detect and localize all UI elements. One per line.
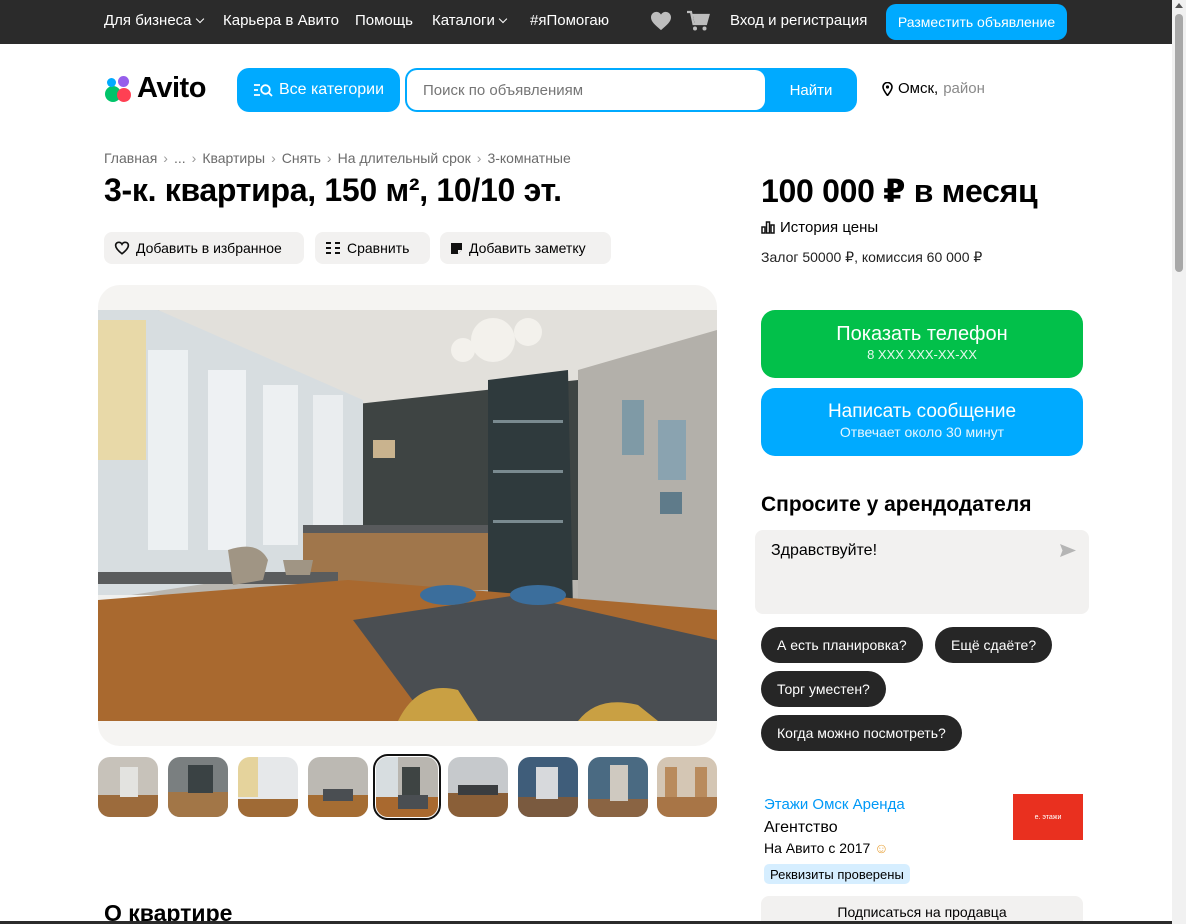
send-icon[interactable] bbox=[1059, 543, 1077, 558]
listing-main-photo[interactable] bbox=[98, 310, 717, 721]
help-link[interactable]: Помощь bbox=[355, 12, 413, 29]
post-ad-button[interactable]: Разместить объявление bbox=[886, 4, 1067, 40]
quick-question-chip[interactable]: Торг уместен? bbox=[761, 671, 886, 707]
scrollbar[interactable] bbox=[1172, 0, 1186, 924]
price-history-label: История цены bbox=[780, 219, 879, 236]
photo-gallery[interactable] bbox=[98, 285, 717, 746]
gallery-thumbnail[interactable] bbox=[98, 757, 158, 817]
categories-search-icon bbox=[253, 84, 273, 97]
thumbnail-image bbox=[588, 757, 648, 817]
seller-since: На Авито с 2017 ☺ bbox=[764, 840, 889, 856]
logo-text: Avito bbox=[137, 72, 206, 104]
career-link[interactable]: Карьера в Авито bbox=[223, 12, 339, 29]
gallery-thumbnail[interactable] bbox=[588, 757, 648, 817]
cart-icon[interactable] bbox=[686, 10, 710, 32]
quick-question-chip[interactable]: Когда можно посмотреть? bbox=[761, 715, 962, 751]
compare-label: Сравнить bbox=[347, 240, 410, 256]
heart-outline-icon bbox=[114, 241, 130, 255]
gallery-thumbnail[interactable] bbox=[448, 757, 508, 817]
all-categories-label: Все категории bbox=[278, 81, 385, 98]
seller-logo[interactable]: e. этажи bbox=[1013, 794, 1083, 840]
note-icon bbox=[451, 242, 462, 254]
thumbnail-image bbox=[657, 757, 717, 817]
breadcrumb-separator: › bbox=[191, 150, 197, 166]
scroll-thumb[interactable] bbox=[1175, 14, 1183, 272]
breadcrumb-separator: › bbox=[326, 150, 332, 166]
catalogs-menu[interactable]: Каталоги bbox=[432, 12, 508, 29]
breadcrumb-separator: › bbox=[476, 150, 482, 166]
price-history-link[interactable]: История цены bbox=[761, 219, 878, 236]
location-selector[interactable]: Омск, район bbox=[882, 80, 985, 97]
show-phone-label: Показать телефон bbox=[836, 323, 1008, 345]
gallery-thumbnail-active[interactable] bbox=[373, 754, 441, 820]
thumbnail-image bbox=[98, 757, 158, 817]
quick-question-chip[interactable]: А есть планировка? bbox=[761, 627, 923, 663]
thumbnail-image bbox=[518, 757, 578, 817]
subscribe-seller-button[interactable]: Подписаться на продавца bbox=[761, 896, 1083, 924]
masked-phone: 8 XXX XXX-XX-XX bbox=[867, 347, 977, 362]
write-message-button[interactable]: Написать сообщение Отвечает около 30 мин… bbox=[761, 388, 1083, 456]
seller-type: Агентство bbox=[764, 819, 838, 836]
breadcrumb-separator: › bbox=[271, 150, 276, 166]
message-input[interactable]: Здравствуйте! bbox=[755, 530, 1089, 614]
response-time: Отвечает около 30 минут bbox=[839, 424, 1005, 440]
chevron-down-icon bbox=[498, 14, 508, 24]
top-navigation-bar: Для бизнеса Карьера в Авито Помощь Катал… bbox=[0, 0, 1172, 44]
avito-logo[interactable]: Avito bbox=[104, 72, 206, 105]
deposit-info: Залог 50000 ₽, комиссия 60 000 ₽ bbox=[761, 249, 983, 265]
scroll-up-arrow-icon[interactable] bbox=[1175, 3, 1183, 8]
message-input-text: Здравствуйте! bbox=[771, 542, 878, 559]
breadcrumb-separator: › bbox=[163, 150, 168, 166]
login-link[interactable]: Вход и регистрация bbox=[730, 12, 867, 29]
seller-name-link[interactable]: Этажи Омск Аренда bbox=[764, 796, 905, 813]
breadcrumb-item[interactable]: На длительный срок bbox=[338, 150, 471, 166]
gallery-thumbnail[interactable] bbox=[238, 757, 298, 817]
breadcrumb: Главная › ... › Квартиры › Снять › На длител… bbox=[104, 150, 571, 166]
all-categories-button[interactable]: Все категории bbox=[237, 68, 400, 112]
thumbnail-image bbox=[448, 757, 508, 817]
seller-since-text: На Авито с 2017 bbox=[764, 840, 871, 856]
city-label: Омск, bbox=[898, 80, 939, 97]
business-menu[interactable]: Для бизнеса bbox=[104, 12, 204, 29]
logo-dots-icon bbox=[104, 74, 134, 104]
thumbnail-image bbox=[168, 757, 228, 817]
business-menu-label: Для бизнеса bbox=[104, 12, 192, 29]
gallery-thumbnail[interactable] bbox=[518, 757, 578, 817]
add-to-favorites-button[interactable]: Добавить в избранное bbox=[104, 232, 304, 264]
chevron-down-icon bbox=[195, 14, 204, 24]
add-note-label: Добавить заметку bbox=[469, 240, 586, 256]
catalogs-menu-label: Каталоги bbox=[432, 12, 495, 29]
thumbnail-image bbox=[308, 757, 368, 817]
breadcrumb-item[interactable]: Квартиры bbox=[202, 150, 265, 166]
price: 100 000 ₽ в месяц bbox=[761, 173, 1038, 209]
add-to-favorites-label: Добавить в избранное bbox=[136, 240, 282, 256]
gallery-thumbnail[interactable] bbox=[168, 757, 228, 817]
price-history-icon bbox=[761, 221, 775, 234]
add-note-button[interactable]: Добавить заметку bbox=[440, 232, 611, 264]
verified-badge: Реквизиты проверены bbox=[764, 864, 910, 884]
heart-icon[interactable] bbox=[650, 11, 672, 31]
ipomogayu-link[interactable]: #яПомогаю bbox=[530, 12, 609, 29]
compare-icon bbox=[326, 242, 340, 254]
gallery-thumbnail[interactable] bbox=[657, 757, 717, 817]
region-label: район bbox=[943, 80, 985, 97]
ask-landlord-heading: Спросите у арендодателя bbox=[761, 493, 1032, 516]
location-pin-icon bbox=[882, 81, 893, 96]
write-message-label: Написать сообщение bbox=[827, 401, 1017, 422]
search-bar: Найти bbox=[405, 68, 857, 112]
thumbnail-image bbox=[376, 757, 438, 817]
quick-question-chip[interactable]: Ещё сдаёте? bbox=[935, 627, 1053, 663]
compare-button[interactable]: Сравнить bbox=[315, 232, 430, 264]
breadcrumb-item[interactable]: Главная bbox=[104, 150, 157, 166]
breadcrumb-item[interactable]: Снять bbox=[282, 150, 321, 166]
search-input[interactable] bbox=[407, 70, 765, 110]
breadcrumb-item[interactable]: ... bbox=[174, 150, 186, 166]
show-phone-button[interactable]: Показать телефон 8 XXX XXX-XX-XX bbox=[761, 310, 1083, 378]
seller-badge-icon: ☺ bbox=[874, 840, 889, 856]
thumbnail-image bbox=[238, 757, 298, 817]
gallery-thumbnail[interactable] bbox=[308, 757, 368, 817]
search-button[interactable]: Найти bbox=[765, 68, 857, 112]
page-title: 3-к. квартира, 150 м², 10/10 эт. bbox=[104, 172, 562, 208]
breadcrumb-item[interactable]: 3-комнатные bbox=[487, 150, 570, 166]
